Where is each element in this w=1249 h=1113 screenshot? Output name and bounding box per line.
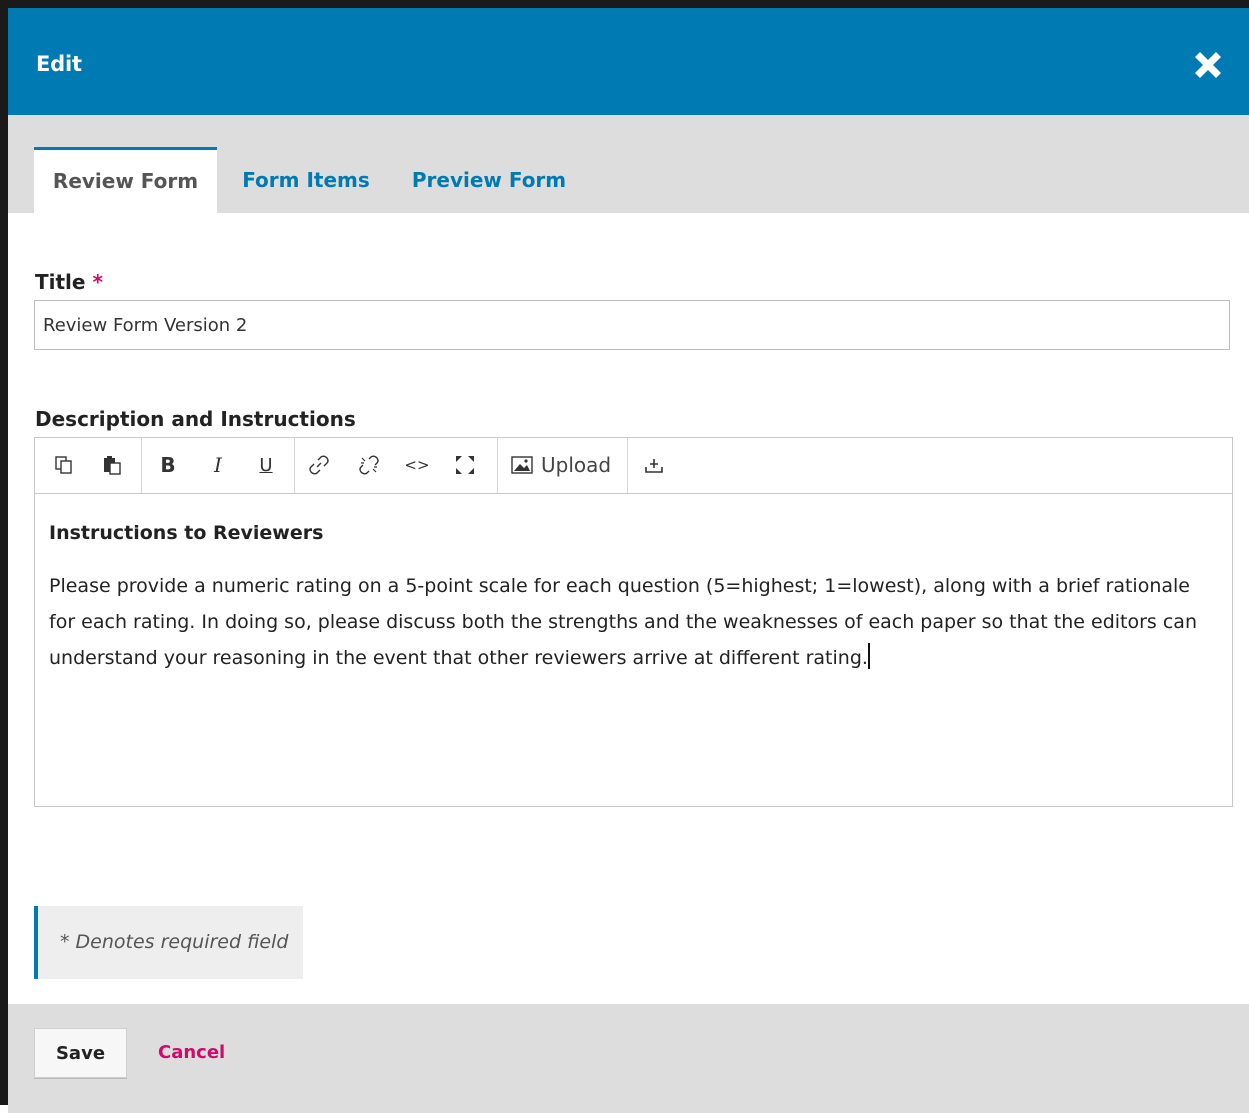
- toolbar-group-insert: <>: [294, 438, 498, 493]
- bold-glyph: B: [160, 453, 176, 477]
- required-field-notice: * Denotes required field: [34, 906, 303, 979]
- required-star: *: [92, 270, 103, 294]
- import-icon[interactable]: [637, 448, 671, 482]
- cancel-link[interactable]: Cancel: [158, 1042, 225, 1063]
- paste-icon[interactable]: [95, 448, 129, 482]
- upload-label: Upload: [541, 453, 612, 477]
- tab-bar: Review Form Form Items Preview Form: [8, 115, 1249, 213]
- italic-icon[interactable]: I: [201, 448, 235, 482]
- title-input[interactable]: [34, 300, 1230, 350]
- editor-toolbar: B I U <> Upload: [35, 438, 1232, 494]
- modal-header: Edit: [8, 8, 1249, 115]
- modal-title: Edit: [36, 52, 82, 76]
- tab-preview-form[interactable]: Preview Form: [408, 147, 570, 213]
- save-button[interactable]: Save: [34, 1028, 127, 1078]
- fullscreen-icon[interactable]: [448, 448, 482, 482]
- toolbar-group-format: B I U: [141, 438, 295, 493]
- underline-glyph: U: [259, 454, 273, 476]
- tab-review-form[interactable]: Review Form: [34, 147, 217, 213]
- editor-content[interactable]: Instructions to Reviewers Please provide…: [49, 518, 1218, 676]
- rich-text-editor: B I U <> Upload Instructions to Reviewer…: [34, 437, 1233, 807]
- text-caret: [867, 643, 870, 669]
- close-icon[interactable]: [1189, 46, 1227, 84]
- toolbar-group-upload: Upload: [497, 438, 628, 493]
- image-icon: [511, 456, 533, 474]
- bold-icon[interactable]: B: [151, 448, 185, 482]
- unlink-icon[interactable]: [352, 448, 386, 482]
- description-label: Description and Instructions: [35, 407, 356, 431]
- editor-paragraph: Please provide a numeric rating on a 5-p…: [49, 568, 1218, 676]
- copy-icon[interactable]: [47, 448, 81, 482]
- title-label-text: Title: [35, 270, 86, 294]
- editor-paragraph-text: Please provide a numeric rating on a 5-p…: [49, 575, 1197, 669]
- title-label: Title *: [35, 270, 103, 294]
- modal-footer: Save Cancel: [8, 1004, 1249, 1113]
- italic-glyph: I: [214, 453, 222, 477]
- tab-form-items[interactable]: Form Items: [234, 147, 378, 213]
- upload-button[interactable]: Upload: [511, 448, 611, 482]
- code-glyph: <>: [404, 456, 430, 474]
- toolbar-group-clipboard: [35, 438, 142, 493]
- link-icon[interactable]: [302, 448, 336, 482]
- editor-heading: Instructions to Reviewers: [49, 522, 324, 544]
- code-icon[interactable]: <>: [400, 448, 434, 482]
- underline-icon[interactable]: U: [249, 448, 283, 482]
- modal-window: Edit Review Form Form Items Preview Form…: [0, 0, 1249, 1113]
